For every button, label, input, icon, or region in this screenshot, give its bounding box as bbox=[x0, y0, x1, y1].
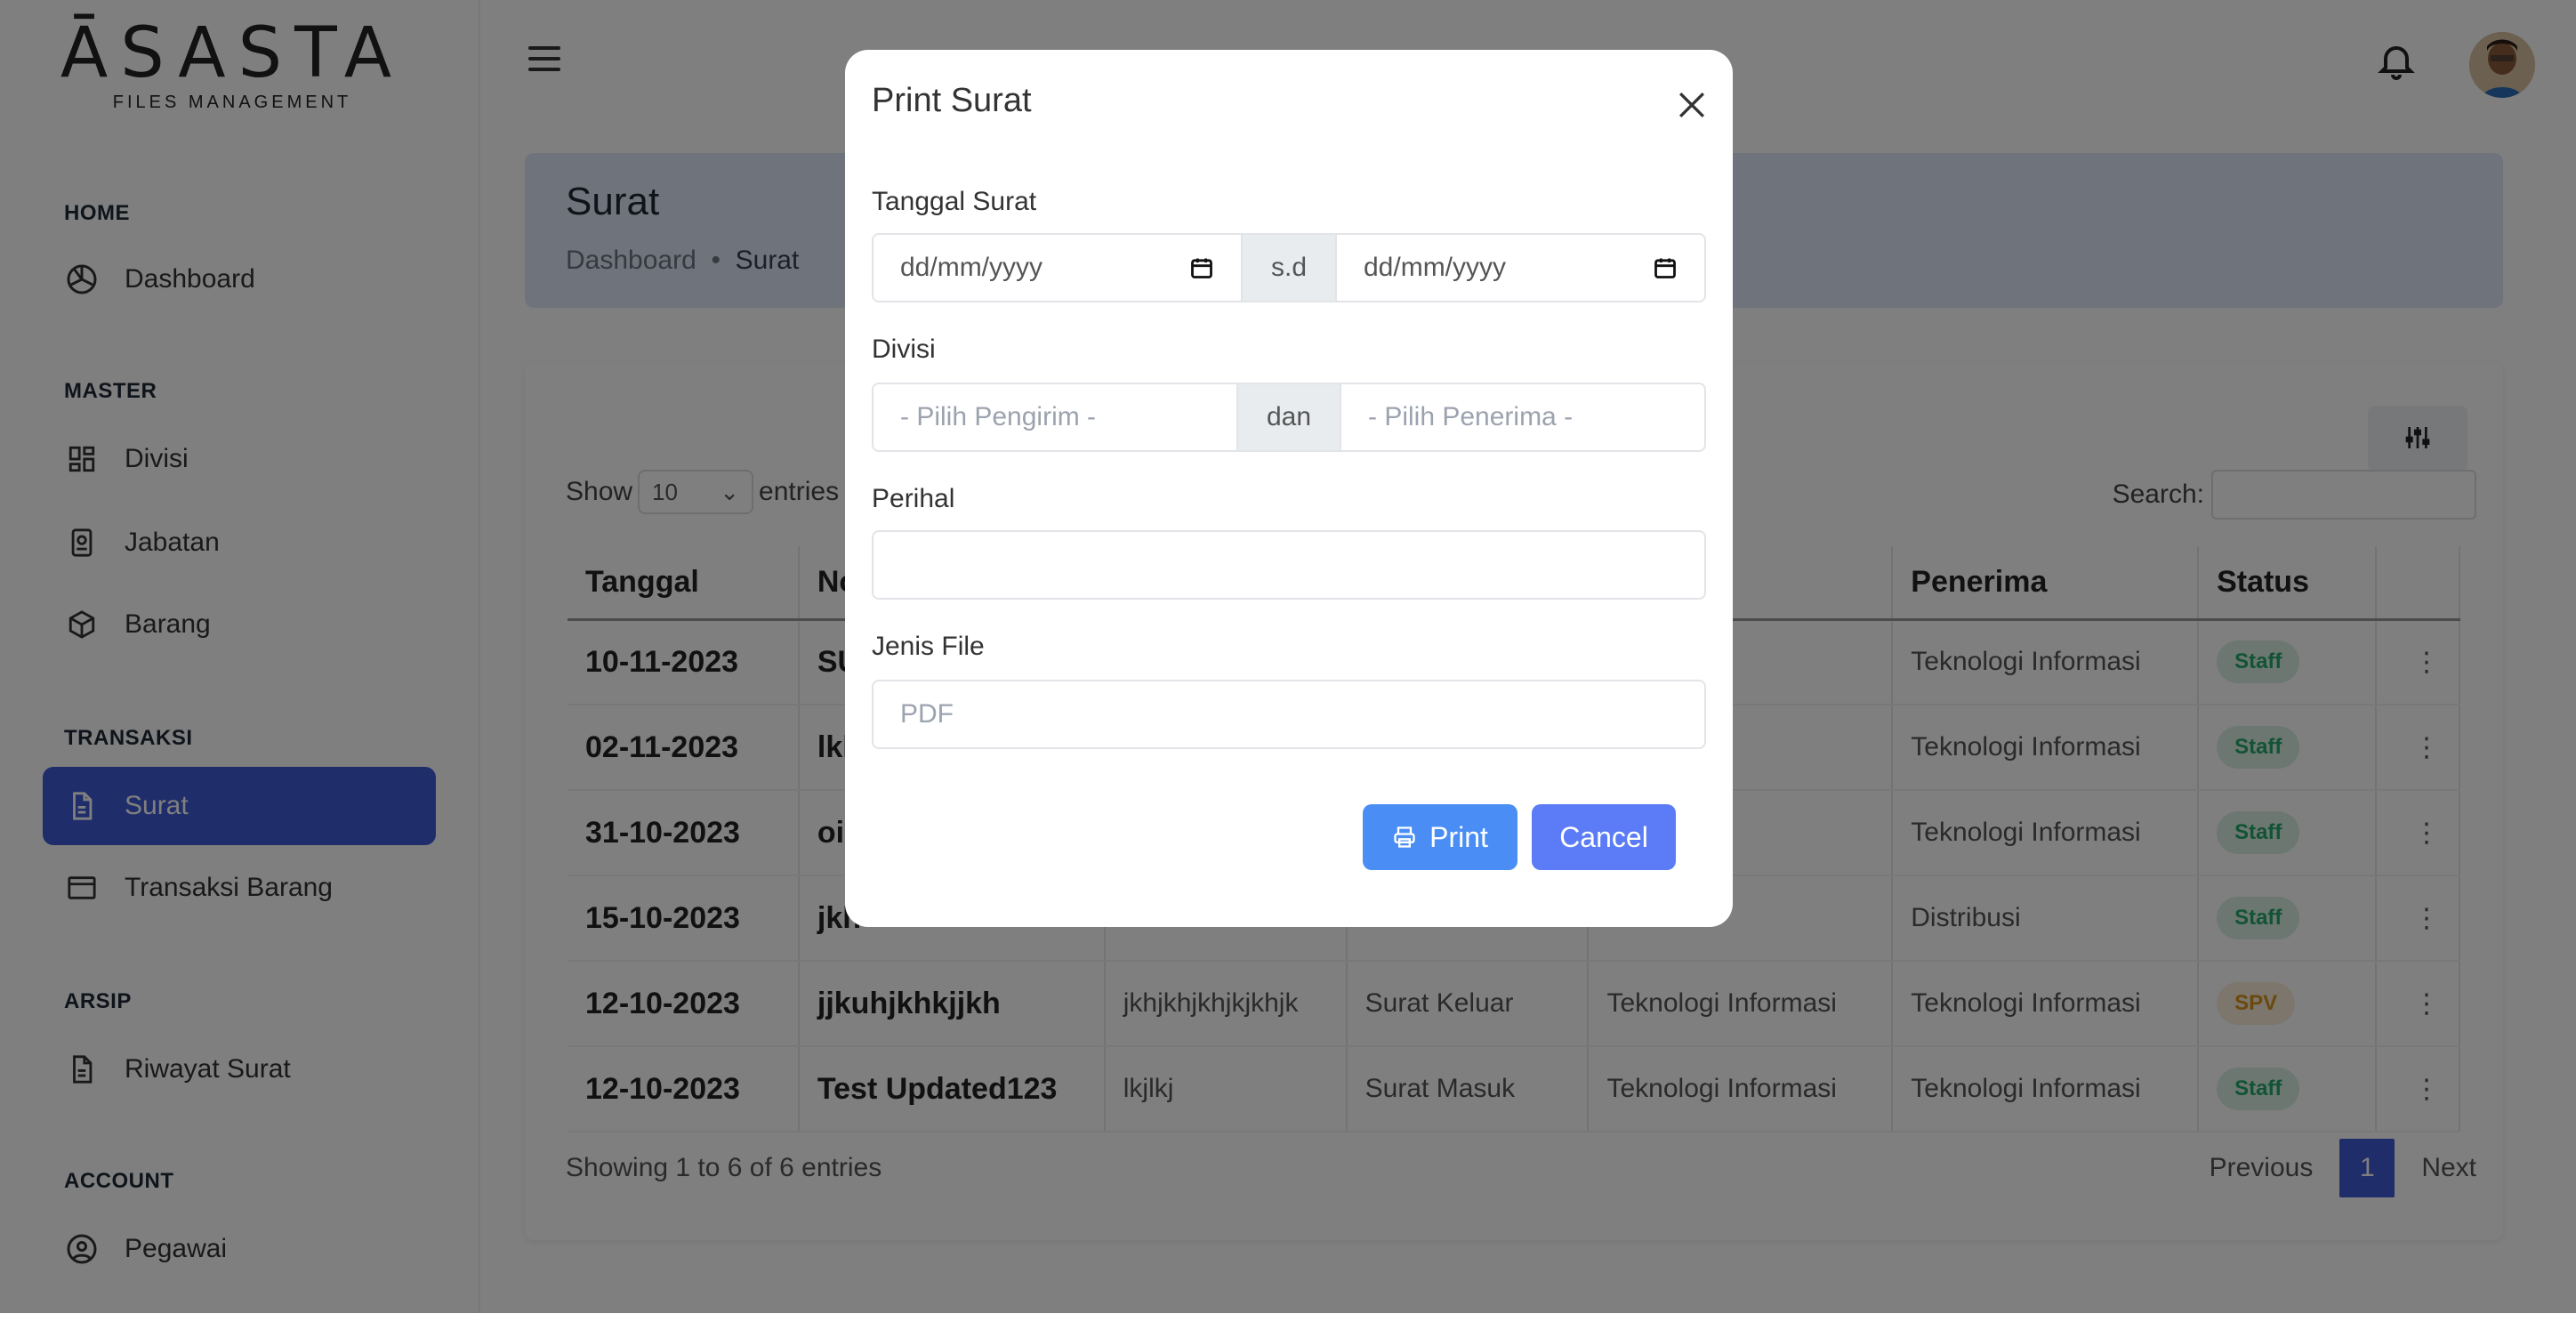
date-from-placeholder: dd/mm/yyyy bbox=[900, 253, 1043, 282]
perihal-label: Perihal bbox=[872, 484, 955, 513]
tanggal-range: dd/mm/yyyy s.d dd/mm/yyyy bbox=[872, 233, 1706, 302]
cancel-button[interactable]: Cancel bbox=[1532, 804, 1676, 870]
pengirim-select[interactable]: - Pilih Pengirim - bbox=[873, 384, 1236, 450]
calendar-icon[interactable] bbox=[1653, 255, 1678, 280]
date-to-input[interactable]: dd/mm/yyyy bbox=[1337, 235, 1704, 301]
tanggal-surat-label: Tanggal Surat bbox=[872, 187, 1037, 216]
cancel-button-label: Cancel bbox=[1559, 820, 1648, 853]
modal-title: Print Surat bbox=[872, 82, 1032, 119]
perihal-input[interactable] bbox=[872, 530, 1706, 600]
date-from-input[interactable]: dd/mm/yyyy bbox=[873, 235, 1241, 301]
print-button-label: Print bbox=[1429, 820, 1488, 853]
calendar-icon[interactable] bbox=[1189, 255, 1214, 280]
divisi-range: - Pilih Pengirim - dan - Pilih Penerima … bbox=[872, 383, 1706, 452]
print-surat-modal: Print Surat Tanggal Surat dd/mm/yyyy s.d… bbox=[845, 50, 1733, 927]
penerima-select[interactable]: - Pilih Penerima - bbox=[1341, 384, 1704, 450]
jenis-file-label: Jenis File bbox=[872, 632, 985, 661]
divisi-separator: dan bbox=[1236, 384, 1341, 450]
printer-icon bbox=[1394, 826, 1415, 848]
date-separator: s.d bbox=[1241, 235, 1337, 301]
print-button[interactable]: Print bbox=[1363, 804, 1517, 870]
date-to-placeholder: dd/mm/yyyy bbox=[1364, 253, 1507, 282]
close-icon[interactable] bbox=[1672, 85, 1711, 125]
divisi-label: Divisi bbox=[872, 334, 936, 364]
jenis-file-select[interactable]: PDF bbox=[872, 680, 1706, 749]
